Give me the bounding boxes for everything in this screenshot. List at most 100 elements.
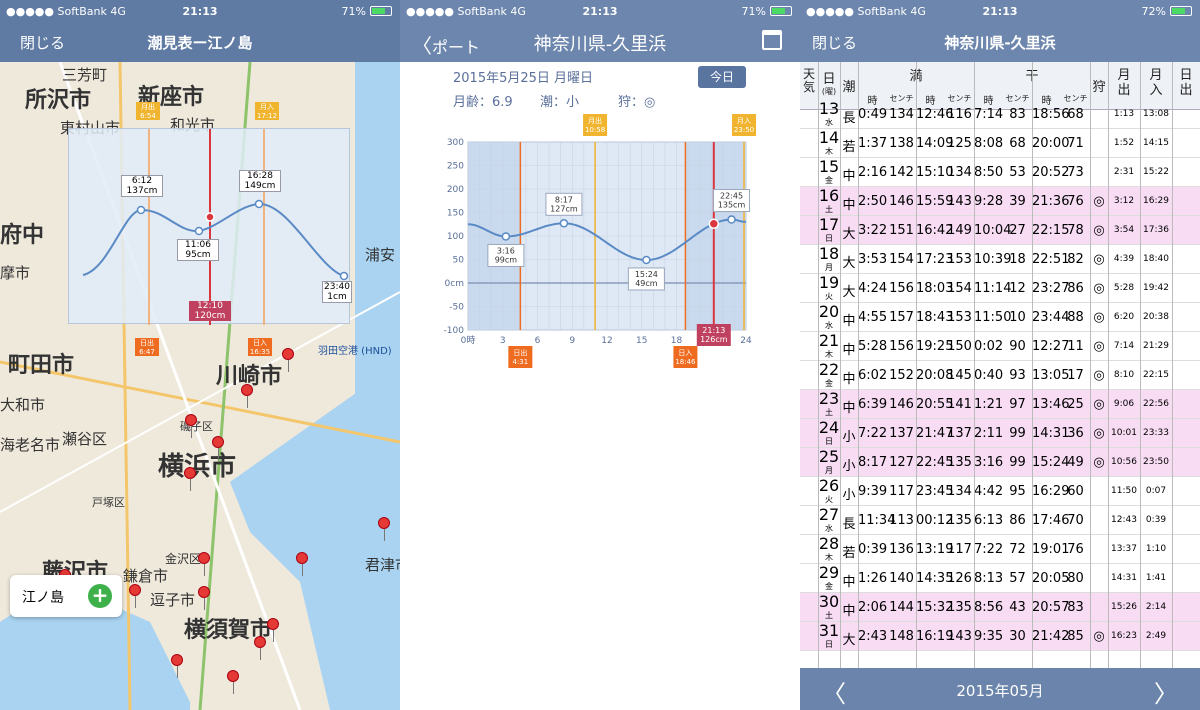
column-divider (858, 62, 859, 668)
tide-station-pin[interactable] (296, 552, 308, 576)
cell-ms: 2:14 (1145, 602, 1167, 612)
cell-h2c: 153 (947, 252, 972, 267)
tide-station-pin[interactable] (198, 552, 210, 576)
map-view[interactable]: 三芳町 所沢市 新座市 東村山市 和光市 府中 摩市 町田市 大和市 海老名市 … (0, 62, 400, 710)
page-title: 神奈川県-久里浜 (533, 34, 667, 55)
cell-l1c: 90 (1009, 339, 1026, 354)
add-icon[interactable]: + (88, 584, 112, 608)
weekday: 金 (825, 176, 833, 185)
cell-h2: 18:43 (916, 310, 954, 325)
cell-ms: 23:50 (1143, 457, 1169, 467)
column-divider (1140, 62, 1141, 668)
tide-station-pin[interactable] (184, 467, 196, 491)
sunrise-tag: 日出 6:47 (135, 338, 159, 356)
next-month-button[interactable]: 〉 (1154, 674, 1178, 709)
cell-l1: 7:22 (974, 542, 1004, 557)
map-label: 大和市 (0, 396, 46, 414)
cell-l1c: 99 (1009, 455, 1026, 470)
tide-station-pin[interactable] (212, 436, 224, 460)
cell-ms: 2:49 (1145, 631, 1167, 641)
tide-type: 中 (842, 198, 856, 213)
cell-l1: 1:21 (974, 397, 1004, 412)
point-time: 23:40 (324, 282, 350, 292)
x-tick-label: 9 (569, 336, 575, 346)
tide-station-pin[interactable] (241, 384, 253, 408)
cell-l2c: 11 (1067, 339, 1084, 354)
cell-h1c: 134 (889, 107, 914, 122)
weekday: 木 (825, 147, 833, 156)
cell-h1: 4:24 (858, 281, 888, 296)
tide-detail-screen: ●●●●● SoftBank 4G 21:13 71% 〈ポート 神奈川県-久里… (400, 0, 800, 710)
tide-station-pin[interactable] (129, 584, 141, 608)
cell-h1c: 148 (889, 629, 914, 644)
now-point (708, 218, 720, 230)
cell-l2c: 71 (1067, 136, 1084, 151)
cell-h2: 13:19 (916, 542, 954, 557)
tide-chart[interactable]: 300 250 200 150 100 50 0cm -50 -1000時 3 6 9 12 15 18 21… (400, 108, 800, 378)
moonset-tag: 月入 17:12 (255, 102, 279, 120)
cell-k: ◎ (1093, 368, 1105, 383)
location-callout[interactable]: 江ノ島 + (10, 575, 122, 617)
cell-l2c: 86 (1067, 281, 1084, 296)
cell-ms: 18:40 (1143, 254, 1169, 264)
column-divider (1032, 62, 1033, 668)
tide-station-pin[interactable] (267, 618, 279, 642)
moonrise-tag: 月出 6:54 (136, 102, 160, 120)
cell-l1c: 30 (1009, 629, 1026, 644)
tide-station-pin[interactable] (254, 636, 266, 660)
cell-mr: 6:20 (1113, 312, 1135, 322)
status-bar: ●●●●● SoftBank 4G 21:13 72% (800, 0, 1200, 22)
event-tag-label: 月出 (588, 116, 602, 125)
cell-h1c: 113 (889, 513, 914, 528)
overlay-now-label: 12:10 120cm (189, 301, 231, 321)
day-number: 24 (818, 418, 840, 437)
tide-station-pin[interactable] (185, 414, 197, 438)
today-button[interactable]: 今日 (698, 66, 746, 88)
cell-h1: 1:26 (858, 571, 888, 586)
x-tick-label: 15 (636, 336, 647, 346)
cell-mr: 16:23 (1111, 631, 1137, 641)
tide-type: 大 (842, 227, 856, 242)
map-label: 瀬谷区 (62, 430, 108, 448)
cell-l1: 10:04 (974, 223, 1012, 238)
cell-l1c: 10 (1009, 310, 1026, 325)
cell-h1: 0:49 (858, 107, 888, 122)
cell-l1c: 18 (1009, 252, 1026, 267)
point-height: 149cm (244, 181, 276, 191)
weekday: 木 (825, 553, 833, 562)
battery-percent: 71% (741, 4, 766, 18)
tide-station-pin[interactable] (198, 586, 210, 610)
tide-station-pin[interactable] (227, 670, 239, 694)
cell-k: ◎ (1093, 223, 1105, 238)
cell-h2c: 134 (947, 484, 972, 499)
cell-ms: 1:41 (1145, 573, 1167, 583)
cell-l2: 22:51 (1032, 252, 1070, 267)
tide-station-pin[interactable] (171, 654, 183, 678)
tide-station-pin[interactable] (282, 348, 294, 372)
tide-point (727, 215, 736, 224)
point-value: 99cm (495, 255, 518, 264)
weekday: 月 (825, 263, 833, 272)
overlay-point-label: 23:40 1cm (322, 281, 352, 303)
battery-level (372, 8, 385, 14)
day-number: 17 (818, 215, 840, 234)
cell-h2: 19:25 (916, 339, 954, 354)
tide-chart-overlay[interactable]: 6:12 137cm 11:06 95cm 16:28 149cm 23:40 … (68, 128, 352, 325)
point-time: 8:17 (555, 195, 573, 204)
cell-mr: 14:31 (1111, 573, 1137, 583)
cell-h1c: 146 (889, 194, 914, 209)
cell-l2c: 83 (1067, 600, 1084, 615)
tide-station-pin[interactable] (378, 517, 390, 541)
tide-type: 中 (842, 372, 856, 387)
x-tick-label: 12 (601, 336, 612, 346)
cell-l1: 2:11 (974, 426, 1004, 441)
y-tick-label: 50 (453, 256, 465, 266)
weekday: 土 (825, 205, 833, 214)
cell-l1: 7:14 (974, 107, 1004, 122)
calendar-icon[interactable] (762, 30, 782, 50)
x-tick-label: 0時 (461, 335, 476, 346)
day-number: 30 (818, 592, 840, 611)
cell-ms: 19:42 (1143, 283, 1169, 293)
cell-l1c: 12 (1009, 281, 1026, 296)
cell-h1c: 144 (889, 600, 914, 615)
